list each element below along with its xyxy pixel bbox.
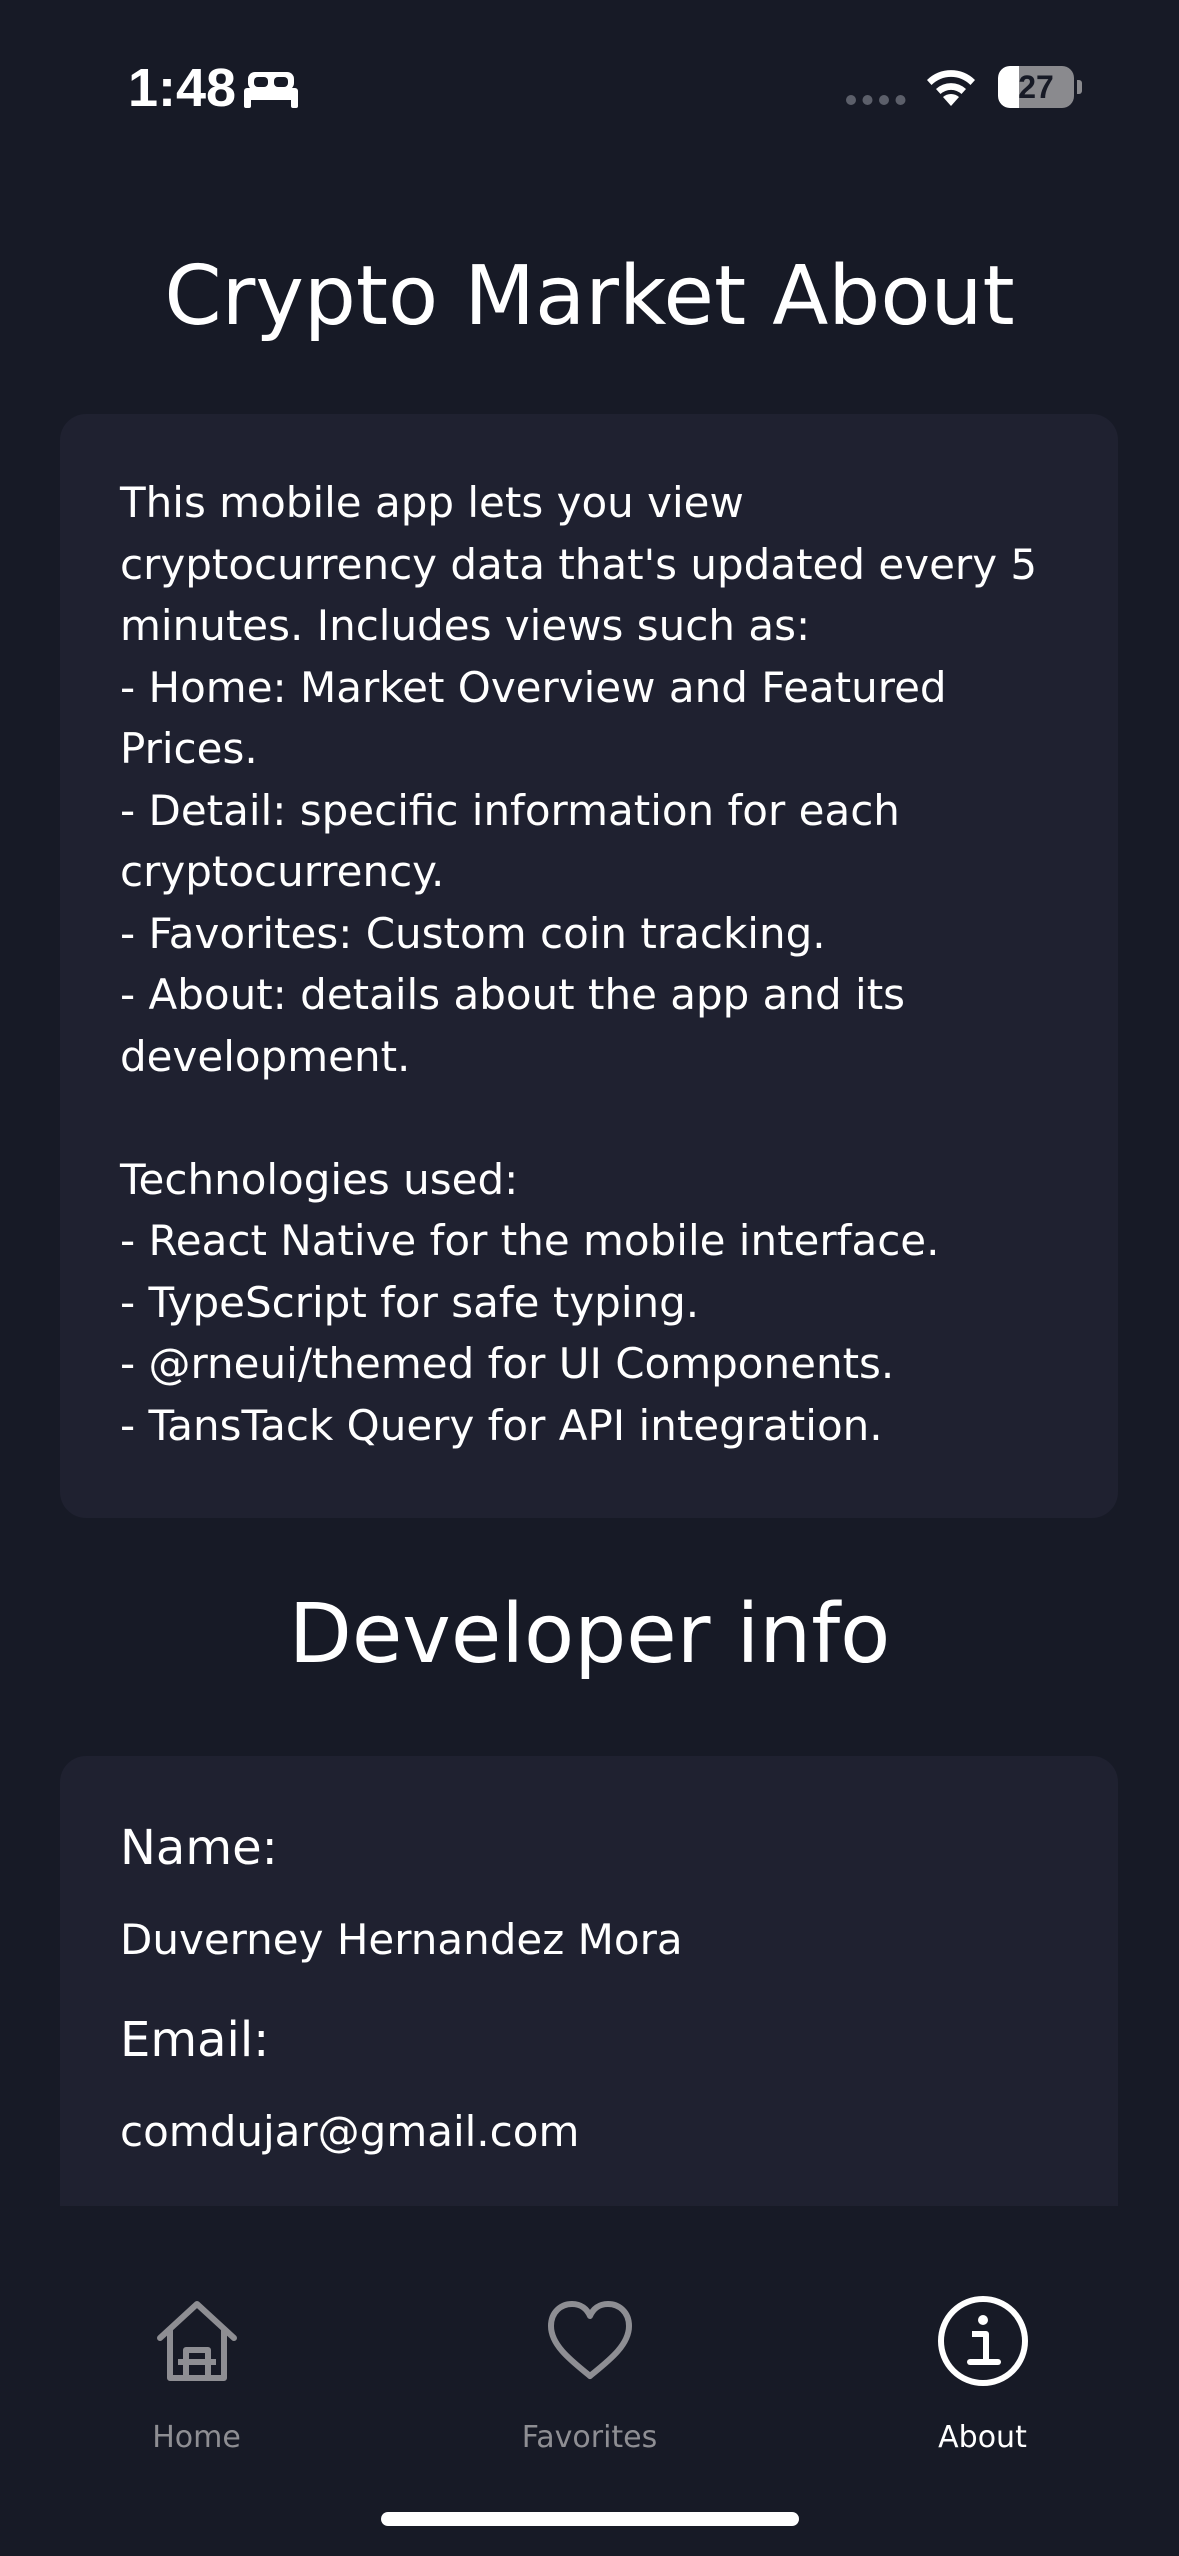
cellular-dots-icon [846, 95, 906, 105]
battery-level: 27 [1018, 69, 1054, 105]
battery-icon: 27 [998, 66, 1082, 108]
developer-card: Name: Duverney Hernandez Mora Email: com… [60, 1756, 1118, 2206]
about-description: This mobile app lets you view cryptocurr… [120, 478, 1038, 1450]
wifi-icon [927, 70, 975, 106]
tab-favorites[interactable]: Favorites [393, 2206, 786, 2466]
tab-home[interactable]: Home [0, 2206, 393, 2466]
about-card: This mobile app lets you view cryptocurr… [60, 414, 1118, 1518]
status-time: 1:48 [128, 58, 237, 118]
email-label: Email: [120, 2012, 270, 2068]
tab-about[interactable]: About [786, 2206, 1179, 2466]
home-indicator[interactable] [381, 2512, 799, 2526]
info-icon [938, 2296, 1028, 2386]
status-bar: 1:48 27 [0, 0, 1179, 170]
tab-about-label: About [938, 2420, 1027, 2455]
email-value: comdujar@gmail.com [120, 2107, 580, 2156]
tab-favorites-label: Favorites [521, 2420, 658, 2455]
heart-icon [548, 2301, 632, 2379]
developer-title: Developer info [288, 1587, 891, 1682]
home-icon [157, 2301, 237, 2381]
bed-icon [244, 72, 298, 108]
name-label: Name: [120, 1820, 278, 1876]
name-value: Duverney Hernandez Mora [120, 1915, 683, 1964]
tab-home-label: Home [152, 2420, 241, 2455]
page-title: Crypto Market About [164, 249, 1015, 344]
tab-bar: Home Favorites About [0, 2206, 1179, 2556]
